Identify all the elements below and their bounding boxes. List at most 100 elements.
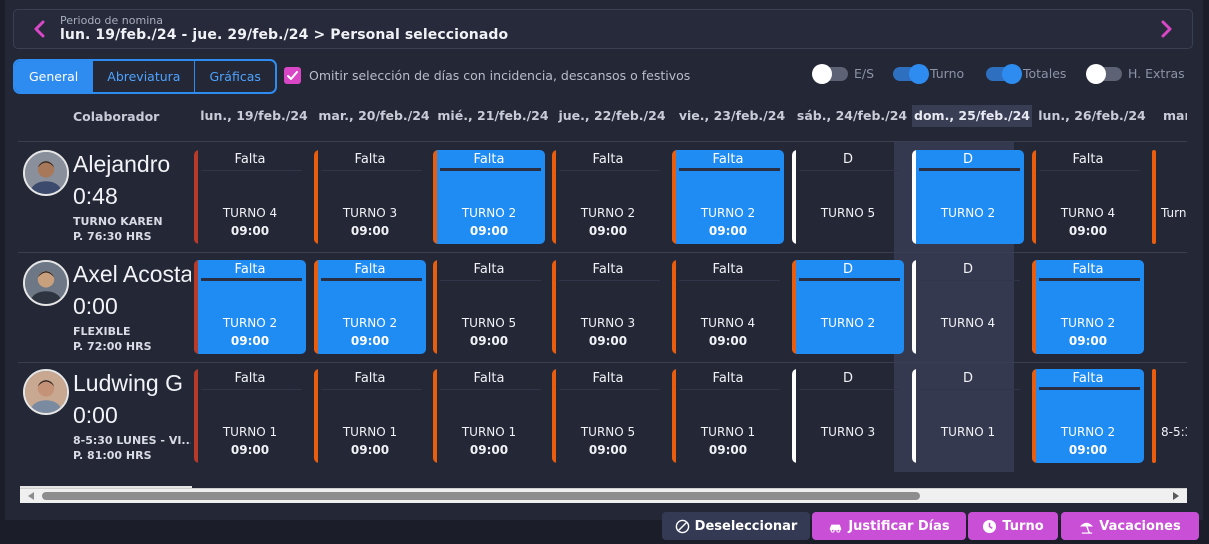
- shift-name: TURNO 5: [461, 316, 517, 330]
- day-cell[interactable]: D TURNO 1: [912, 369, 1024, 463]
- shift-name: TURNO 4: [940, 316, 996, 330]
- deselect-label: Deseleccionar: [694, 518, 798, 534]
- shift-name: 8-5:3: [1161, 425, 1187, 439]
- employee-info: Alejandro 0:48 TURNO KAREN P. 76:30 HRS: [18, 142, 193, 252]
- day-cell[interactable]: Falta TURNO 2 09:00: [194, 260, 306, 354]
- vacations-button[interactable]: Vacaciones: [1061, 512, 1199, 540]
- chevron-right-icon[interactable]: [1156, 18, 1176, 40]
- chevron-left-icon[interactable]: [30, 18, 50, 40]
- toggle-label: Turno: [930, 66, 965, 81]
- day-cell[interactable]: Falta TURNO 2 09:00: [314, 260, 426, 354]
- day-cell[interactable]: Falta TURNO 4 09:00: [672, 260, 784, 354]
- day-cell[interactable]: Falta TURNO 5 09:00: [433, 260, 545, 354]
- tab-abreviatura[interactable]: Abreviatura: [93, 61, 196, 92]
- shift-button[interactable]: Turno: [968, 512, 1058, 540]
- day-cell-partial[interactable]: [1152, 260, 1187, 354]
- incidence-label: Falta: [234, 152, 266, 167]
- shift-time: 09:00: [588, 224, 628, 238]
- day-cell[interactable]: Falta TURNO 2 09:00: [433, 150, 545, 244]
- period-selector: Periodo de nomina lun. 19/feb./24 - jue.…: [13, 9, 1193, 49]
- day-cell[interactable]: Falta TURNO 1 09:00: [433, 369, 545, 463]
- employee-info: Axel Acosta 0:00 FLEXIBLE P. 72:00 HRS: [18, 252, 193, 362]
- incidence-label: Falta: [592, 262, 624, 277]
- toggle-label: Totales: [1023, 66, 1067, 81]
- day-cell-partial[interactable]: 8-5:3: [1152, 369, 1187, 463]
- day-cell[interactable]: D TURNO 5: [792, 150, 904, 244]
- shift-name: TURNO 1: [222, 425, 278, 439]
- shift-name: TURNO 5: [820, 206, 876, 220]
- incidence-label: Falta: [712, 152, 744, 167]
- scroll-thumb[interactable]: [42, 492, 920, 500]
- shift-name: TURNO 4: [1060, 206, 1116, 220]
- avatar: [23, 150, 69, 196]
- column-header-day: mié., 21/feb./24: [437, 108, 549, 123]
- beach-umbrella-icon: [1080, 522, 1094, 534]
- shift-name: TURNO 2: [342, 316, 398, 330]
- shift-name: TURNO 2: [222, 316, 278, 330]
- shift-label: Turno: [1002, 518, 1044, 534]
- column-header-day: mar., 20/feb./24: [318, 108, 430, 123]
- clock-icon: [983, 519, 997, 533]
- shift-time: 09:00: [708, 334, 748, 348]
- day-cell[interactable]: Falta TURNO 4 09:00: [194, 150, 306, 244]
- day-cell[interactable]: Falta TURNO 2 09:00: [552, 150, 664, 244]
- shift-time: 09:00: [1068, 443, 1108, 457]
- employee-name[interactable]: Axel Acosta: [73, 261, 191, 288]
- period-range: lun. 19/feb./24 - jue. 29/feb./24 > Pers…: [60, 27, 509, 43]
- day-cell[interactable]: Falta TURNO 1 09:00: [194, 369, 306, 463]
- incidence-label: Falta: [592, 152, 624, 167]
- justify-days-label: Justificar Días: [848, 518, 950, 534]
- day-cell[interactable]: D TURNO 2: [912, 150, 1024, 244]
- day-cell[interactable]: Falta TURNO 2 09:00: [672, 150, 784, 244]
- toggle-totales[interactable]: Totales: [986, 63, 1067, 84]
- incidence-label: Falta: [712, 371, 744, 386]
- employee-row: Ludwing G 0:00 8-5:30 LUNES - VI... P. 81:0…: [18, 361, 1187, 471]
- shift-time: 09:00: [350, 443, 390, 457]
- incidence-label: Falta: [234, 262, 266, 277]
- column-header-day: jue., 22/feb./24: [558, 108, 666, 123]
- horizontal-scrollbar[interactable]: [20, 488, 1187, 503]
- incidence-label: D: [962, 152, 973, 167]
- employee-name[interactable]: Alejandro: [73, 151, 191, 178]
- day-cell[interactable]: Falta TURNO 3 09:00: [552, 260, 664, 354]
- day-cell[interactable]: Falta TURNO 3 09:00: [314, 150, 426, 244]
- day-cell[interactable]: D TURNO 2: [792, 260, 904, 354]
- day-cell[interactable]: Falta TURNO 1 09:00: [314, 369, 426, 463]
- vacations-label: Vacaciones: [1099, 518, 1181, 534]
- shift-name: TURNO 1: [940, 425, 996, 439]
- shift-name: TURNO 3: [342, 206, 398, 220]
- shift-time: 09:00: [588, 443, 628, 457]
- shift-time: 09:00: [708, 224, 748, 238]
- omit-option: Omitir selección de días con incidencia,…: [284, 67, 690, 84]
- incidence-label: Falta: [354, 152, 386, 167]
- grid-header: Colaborador lun., 19/feb./24 mar., 20/feb…: [18, 102, 1187, 142]
- shift-name: TURNO 1: [700, 425, 756, 439]
- justify-days-button[interactable]: Justificar Días: [812, 512, 966, 540]
- employee-name[interactable]: Ludwing G: [73, 370, 191, 397]
- tab-general[interactable]: General: [15, 61, 94, 92]
- day-cell-partial[interactable]: Turno: [1152, 150, 1187, 244]
- incidence-label: D: [842, 262, 853, 277]
- tab-graficas[interactable]: Gráficas: [195, 61, 274, 92]
- shift-time: 09:00: [469, 334, 509, 348]
- toggle-horas-extras[interactable]: H. Extras: [1086, 63, 1185, 84]
- day-cell[interactable]: Falta TURNO 1 09:00: [672, 369, 784, 463]
- omit-checkbox[interactable]: [284, 67, 301, 84]
- shift-name: TURNO 2: [1060, 425, 1116, 439]
- day-cell[interactable]: Falta TURNO 2 09:00: [1032, 260, 1144, 354]
- column-header-day: sáb., 24/feb./24: [796, 108, 908, 123]
- scroll-right-icon[interactable]: [1173, 492, 1179, 500]
- day-cell[interactable]: Falta TURNO 2 09:00: [1032, 369, 1144, 463]
- column-header-day: lun., 19/feb./24: [200, 108, 308, 123]
- scroll-left-icon[interactable]: [28, 492, 34, 500]
- day-cell[interactable]: D TURNO 4: [912, 260, 1024, 354]
- shift-name: TURNO 2: [461, 206, 517, 220]
- toggle-turno[interactable]: Turno: [893, 63, 965, 84]
- incidence-label: Falta: [1072, 152, 1104, 167]
- day-cell[interactable]: Falta TURNO 5 09:00: [552, 369, 664, 463]
- employee-hours: 0:00: [73, 293, 118, 319]
- day-cell[interactable]: D TURNO 3: [792, 369, 904, 463]
- deselect-button[interactable]: Deseleccionar: [662, 512, 810, 540]
- day-cell[interactable]: Falta TURNO 4 09:00: [1032, 150, 1144, 244]
- toggle-entrada-salida[interactable]: E/S: [812, 63, 874, 84]
